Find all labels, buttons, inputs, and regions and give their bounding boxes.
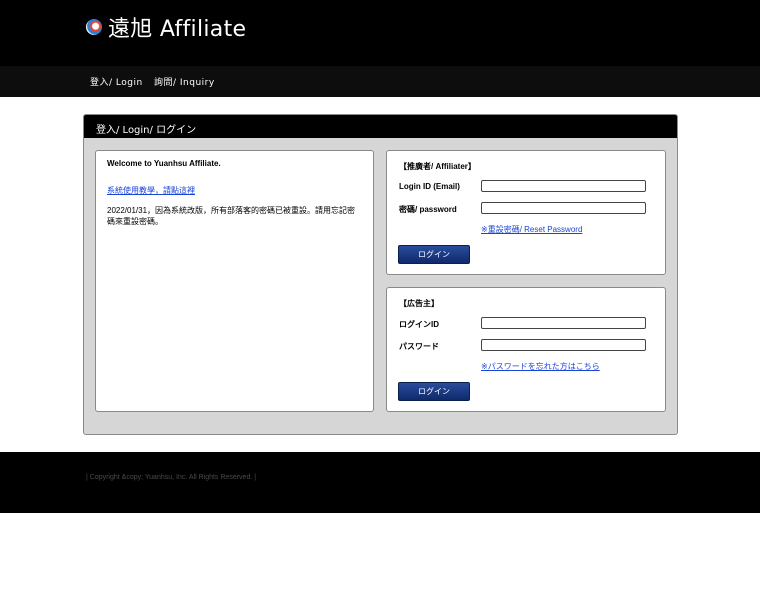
advertiser-login-box: 【広告主】 ログインID パスワード ※パスワードを忘れた方はこちら ログイン <box>386 287 666 412</box>
advertiser-password-label: パスワード <box>399 342 439 351</box>
affiliater-login-button[interactable]: ログイン <box>398 245 470 264</box>
password-reset-notice: 2022/01/31，因為系統改版，所有部落客的密碼已被重設。請用忘記密碼來重設… <box>107 206 356 226</box>
affiliater-password-label: 密碼/ password <box>399 205 457 214</box>
login-panel: 登入/ Login/ ログイン Welcome to Yuanhsu Affil… <box>83 114 678 435</box>
advertiser-forgot-password-link[interactable]: ※パスワードを忘れた方はこちら <box>481 361 600 372</box>
advertiser-login-button[interactable]: ログイン <box>398 382 470 401</box>
copyright-text: | Copyright &copy; Yuanhsu, Inc. All Rig… <box>86 474 257 481</box>
advertiser-login-id-label: ログインID <box>399 320 439 329</box>
site-header: 遠旭 Affiliate 登入/ Login 詢問/ Inquiry <box>0 0 760 97</box>
site-footer: | Copyright &copy; Yuanhsu, Inc. All Rig… <box>0 452 760 513</box>
affiliater-reset-password-link[interactable]: ※重設密碼/ Reset Password <box>481 224 582 235</box>
welcome-text: Welcome to Yuanhsu Affiliate. <box>107 159 221 168</box>
affiliater-login-title: 【推廣者/ Affiliater】 <box>399 162 476 171</box>
affiliater-login-id-input[interactable] <box>481 180 646 192</box>
nav-inquiry-link[interactable]: 詢問/ Inquiry <box>154 75 215 88</box>
affiliater-login-id-label: Login ID (Email) <box>399 182 460 191</box>
nav-login-link[interactable]: 登入/ Login <box>90 75 143 88</box>
info-box: Welcome to Yuanhsu Affiliate. 系統使用教學，請點這… <box>95 150 374 412</box>
system-guide-link[interactable]: 系統使用教學，請點這裡 <box>107 185 195 196</box>
login-panel-title: 登入/ Login/ ログイン <box>84 115 677 138</box>
affiliater-password-input[interactable] <box>481 202 646 214</box>
site-title: 遠旭 Affiliate <box>108 17 247 42</box>
affiliater-login-box: 【推廣者/ Affiliater】 Login ID (Email) 密碼/ p… <box>386 150 666 275</box>
advertiser-login-id-input[interactable] <box>481 317 646 329</box>
logo-mark-icon <box>86 19 102 35</box>
advertiser-password-input[interactable] <box>481 339 646 351</box>
site-logo[interactable]: 遠旭 Affiliate <box>86 11 246 43</box>
top-navigation: 登入/ Login 詢問/ Inquiry <box>0 66 760 97</box>
advertiser-login-title: 【広告主】 <box>399 299 439 308</box>
